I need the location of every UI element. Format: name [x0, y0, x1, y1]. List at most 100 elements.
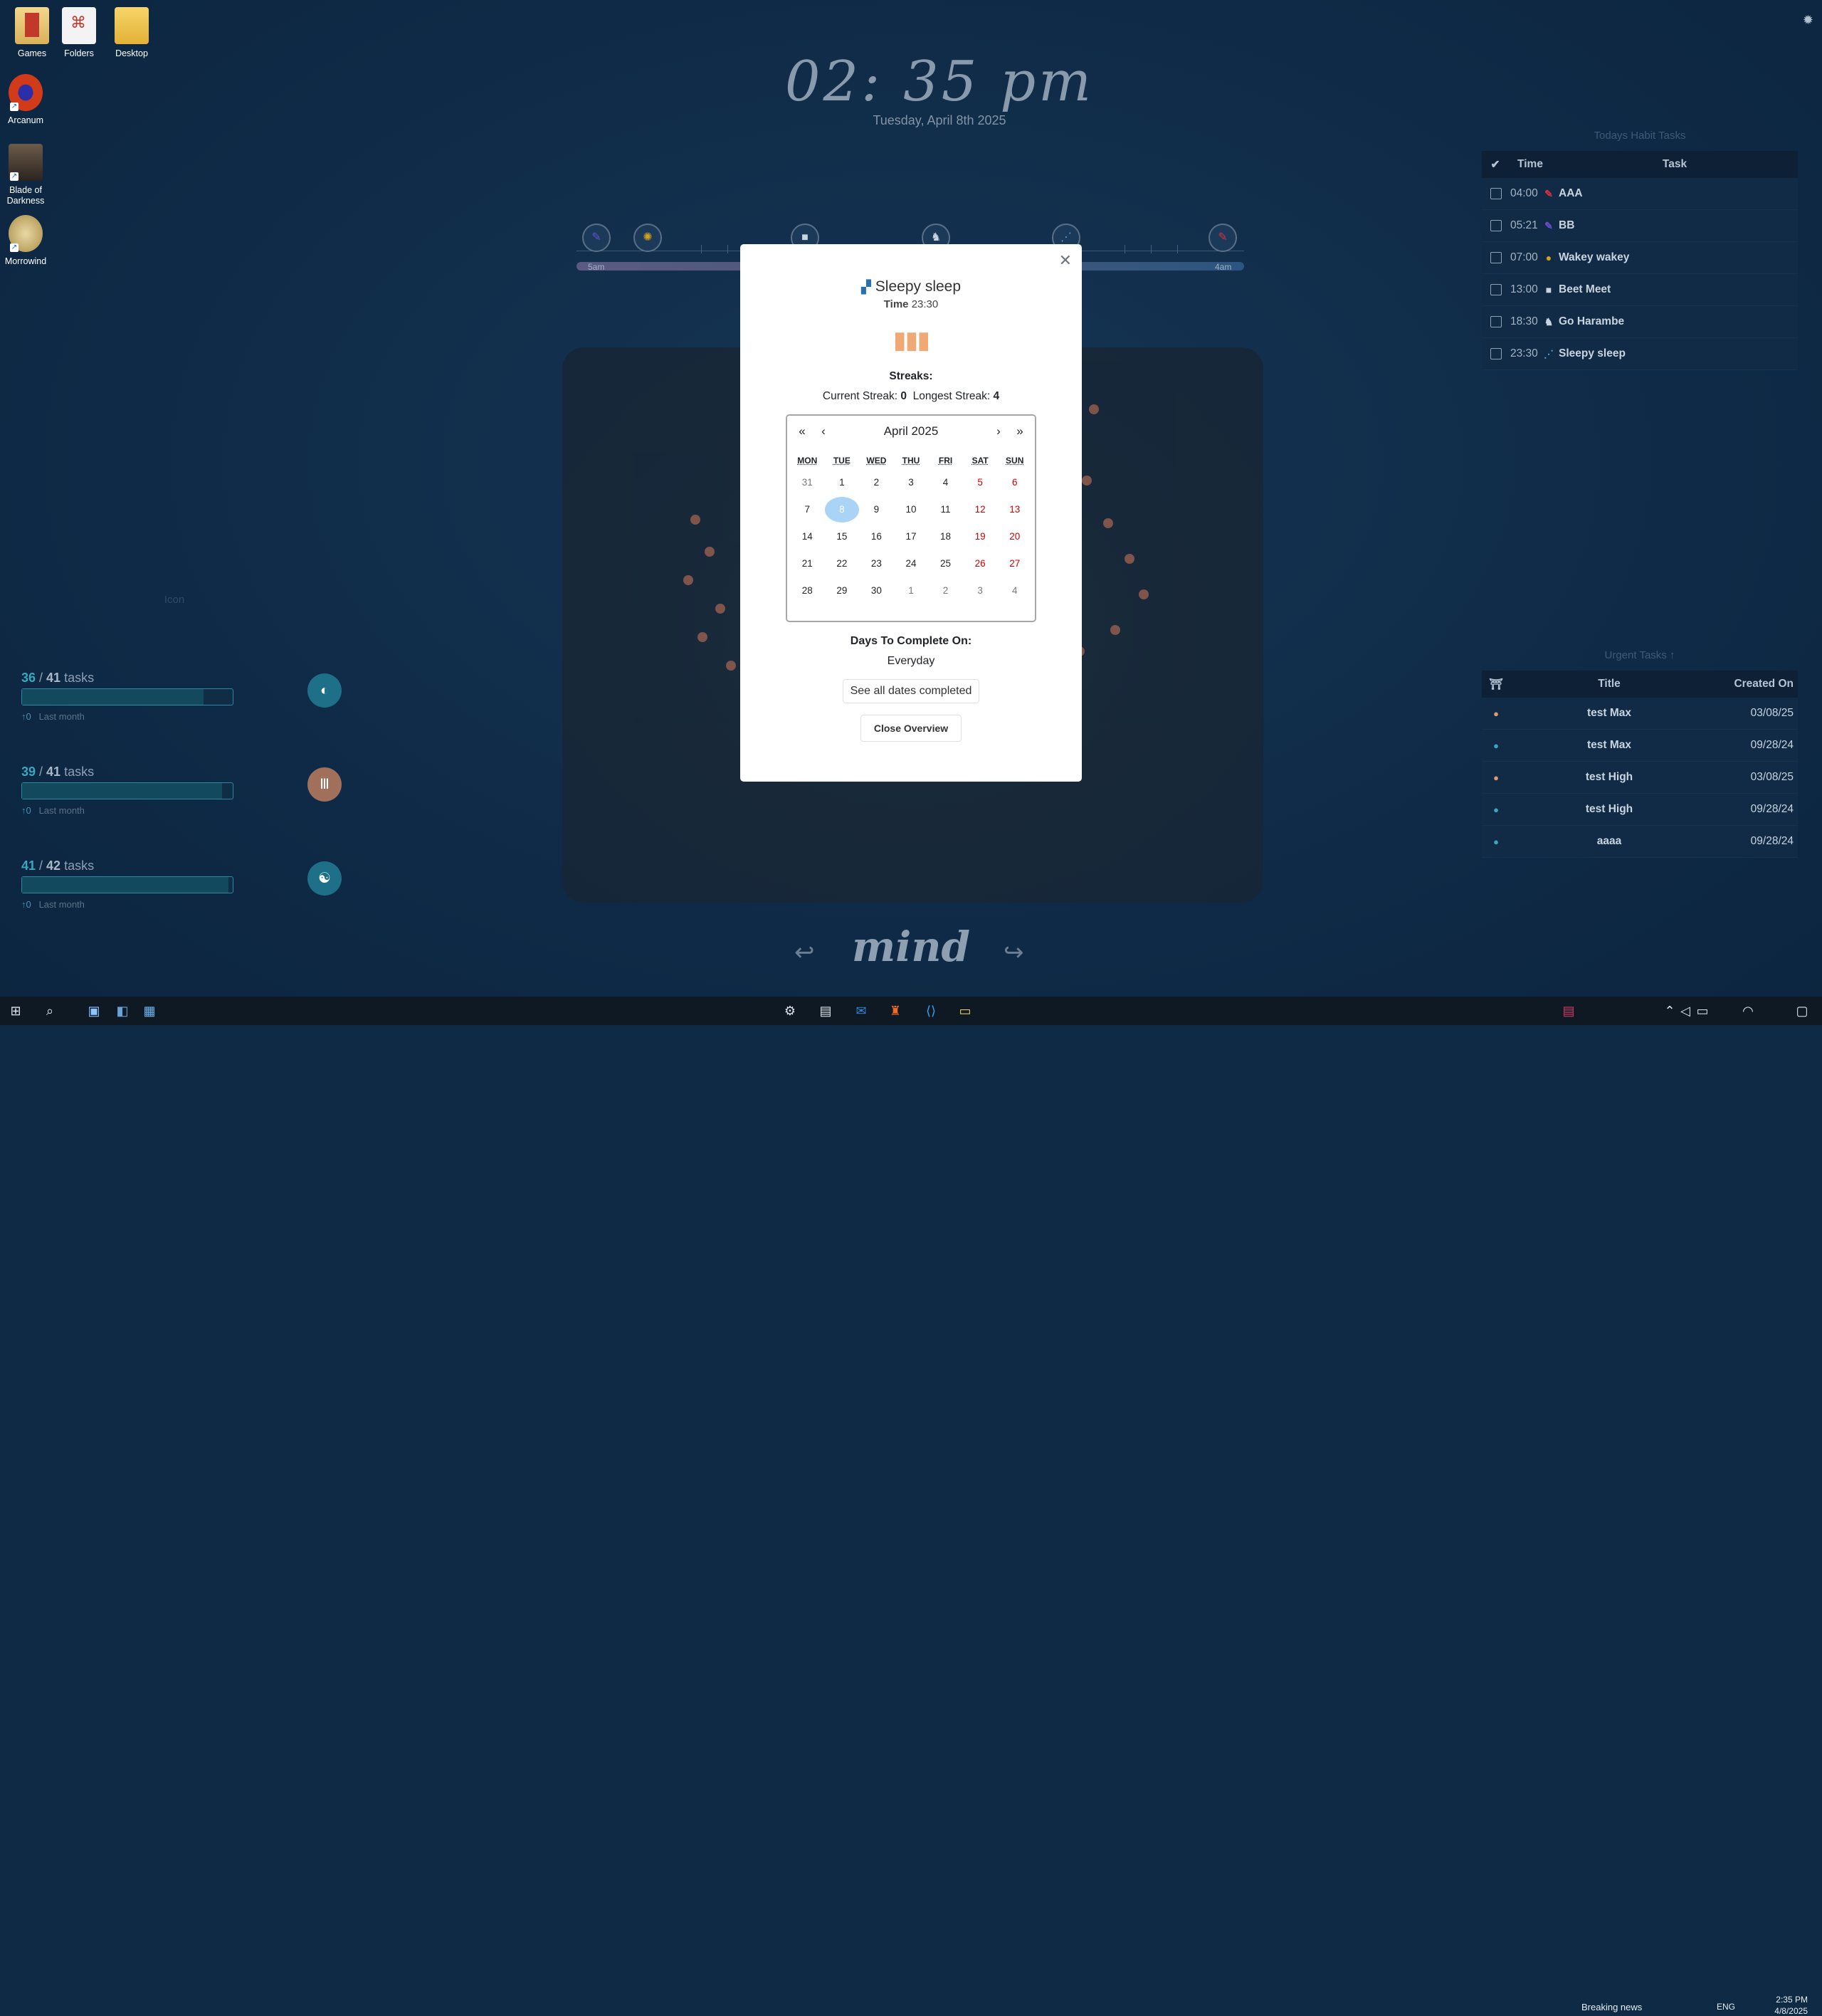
habit-row[interactable]: 04:00 ✎ AAA [1482, 178, 1798, 210]
desktop-icon-label: Blade of Darkness [6, 185, 45, 206]
calendar-day[interactable]: 4 [997, 581, 1032, 601]
calendar-day[interactable]: 16 [859, 527, 894, 547]
calendar-day[interactable]: 22 [825, 554, 860, 574]
calendar-day[interactable]: 27 [997, 554, 1032, 574]
taskbar-date[interactable]: 4/8/2025 [1744, 2006, 1808, 2016]
calendar-day[interactable]: 3 [894, 473, 929, 493]
close-icon[interactable]: ✕ [1059, 251, 1072, 270]
desktop-icon-arcanum[interactable]: ↗ Arcanum [0, 74, 58, 126]
windows-start-icon[interactable]: ⊞ [6, 1001, 26, 1021]
habit-task: AAA [1559, 187, 1583, 199]
desktop-icon-desktop[interactable]: Desktop [100, 7, 164, 59]
habit-row[interactable]: 18:30 ♞ Go Harambe [1482, 306, 1798, 338]
timeline-sun-icon[interactable]: ✺ [633, 224, 662, 252]
brave-icon[interactable]: ♜ [885, 1001, 905, 1021]
calendar-day[interactable]: 6 [997, 473, 1032, 493]
brain-badge-icon[interactable]: ◐ [307, 673, 342, 708]
file-explorer-icon[interactable]: ▭ [955, 1001, 975, 1021]
calendar-day[interactable]: 31 [790, 473, 825, 493]
calendar-month[interactable]: April 2025 [834, 424, 988, 439]
habit-row[interactable]: 13:00 ■ Beet Meet [1482, 274, 1798, 306]
vscode-icon[interactable]: ⟨⟩ [921, 1001, 941, 1021]
habit-row[interactable]: 07:00 ● Wakey wakey [1482, 242, 1798, 274]
urgent-row[interactable]: ● test Max 09/28/24 [1482, 730, 1798, 762]
calendar-day[interactable]: 19 [963, 527, 998, 547]
archive-icon [15, 7, 49, 44]
calendar-day[interactable]: 8 [824, 497, 860, 523]
calendar-day[interactable]: 28 [790, 581, 825, 601]
habit-checkbox[interactable] [1490, 348, 1502, 359]
calendar-day[interactable]: 30 [859, 581, 894, 601]
close-overview-button[interactable]: Close Overview [860, 715, 962, 742]
dumbbell-badge-icon[interactable]: Ⅲ [307, 767, 342, 802]
calendar-day-number: 22 [836, 558, 848, 569]
news-icon[interactable]: ▤ [1559, 1001, 1579, 1021]
prev-year-button[interactable]: « [791, 424, 813, 439]
urgent-row[interactable]: ● aaaa 09/28/24 [1482, 826, 1798, 858]
calendar-day[interactable]: 25 [928, 554, 963, 574]
next-year-button[interactable]: » [1009, 424, 1031, 439]
calendar-day[interactable]: 18 [928, 527, 963, 547]
timeline-pen-icon[interactable]: ✎ [582, 224, 611, 252]
calendar-day[interactable]: 17 [894, 527, 929, 547]
calendar-day[interactable]: 9 [859, 500, 894, 520]
calendar-day[interactable]: 10 [894, 500, 929, 520]
calendar-day[interactable]: 26 [963, 554, 998, 574]
network-icon[interactable]: ▭ [1692, 1001, 1712, 1021]
calendar-day[interactable]: 2 [928, 581, 963, 601]
sleep-icon: ▞ [860, 280, 871, 294]
calendar-day[interactable]: 7 [790, 500, 825, 520]
calendar-day[interactable]: 20 [997, 527, 1032, 547]
habit-checkbox[interactable] [1490, 188, 1502, 199]
back-arrow-icon[interactable]: ↩ [794, 938, 815, 967]
calendar-day[interactable]: 5 [963, 473, 998, 493]
calendar-day[interactable]: 23 [859, 554, 894, 574]
habit-checkbox[interactable] [1490, 220, 1502, 231]
calendar-day[interactable]: 3 [963, 581, 998, 601]
calendar-day[interactable]: 13 [997, 500, 1032, 520]
habit-checkbox[interactable] [1490, 284, 1502, 295]
calendar-day[interactable]: 29 [825, 581, 860, 601]
habit-checkbox[interactable] [1490, 252, 1502, 263]
see-dates-button[interactable]: See all dates completed [842, 679, 980, 703]
calendar-day[interactable]: 11 [928, 500, 963, 520]
urgent-row[interactable]: ● test High 09/28/24 [1482, 794, 1798, 826]
calendar-day[interactable]: 1 [894, 581, 929, 601]
weekday-header: THU [902, 456, 920, 466]
search-icon[interactable]: ⌕ [40, 1001, 60, 1021]
app-icon[interactable]: ◧ [112, 1001, 132, 1021]
habit-row[interactable]: 05:21 ✎ BB [1482, 210, 1798, 242]
wifi-icon[interactable]: ◠ [1738, 1001, 1758, 1021]
app-icon[interactable]: ▦ [139, 1001, 159, 1021]
settings-icon[interactable]: ⚙ [780, 1001, 800, 1021]
news-label[interactable]: Breaking news [1581, 2002, 1642, 2012]
urgent-created: 09/28/24 [1750, 803, 1794, 815]
calendar-day[interactable]: 21 [790, 554, 825, 574]
desktop-icon-morrowind[interactable]: ↗ Morrowind [0, 215, 58, 267]
habit-checkbox[interactable] [1490, 316, 1502, 327]
next-month-button[interactable]: › [988, 424, 1009, 439]
outlook-icon[interactable]: ✉ [851, 1001, 871, 1021]
calendar-day[interactable]: 4 [928, 473, 963, 493]
yin-yang-badge-icon[interactable]: ☯ [307, 861, 342, 896]
desktop-icon-blade-of-darkness[interactable]: ↗ Blade of Darkness [0, 144, 58, 206]
calendar-day[interactable]: 12 [963, 500, 998, 520]
taskbar-time[interactable]: 2:35 PM [1744, 1995, 1808, 2005]
urgent-row[interactable]: ● test High 03/08/25 [1482, 762, 1798, 794]
prev-month-button[interactable]: ‹ [813, 424, 834, 439]
calendar-day[interactable]: 2 [859, 473, 894, 493]
forward-arrow-icon[interactable]: ↪ [1004, 938, 1024, 967]
calculator-icon[interactable]: ▤ [816, 1001, 836, 1021]
habit-row[interactable]: 23:30 ⋰ Sleepy sleep [1482, 338, 1798, 370]
app-icon[interactable]: ▣ [84, 1001, 104, 1021]
settings-gear-icon[interactable]: ✹ [1803, 13, 1813, 28]
calendar-day[interactable]: 14 [790, 527, 825, 547]
language-indicator[interactable]: ENG [1717, 2002, 1735, 2012]
urgent-row[interactable]: ● test Max 03/08/25 [1482, 698, 1798, 730]
timeline-pencil-icon[interactable]: ✎ [1208, 224, 1237, 252]
calendar-day[interactable]: 1 [825, 473, 860, 493]
calendar-day[interactable]: 15 [825, 527, 860, 547]
calendar-day[interactable]: 24 [894, 554, 929, 574]
notification-icon[interactable]: ▢ [1792, 1001, 1812, 1021]
weekday-header: MON [797, 456, 818, 466]
